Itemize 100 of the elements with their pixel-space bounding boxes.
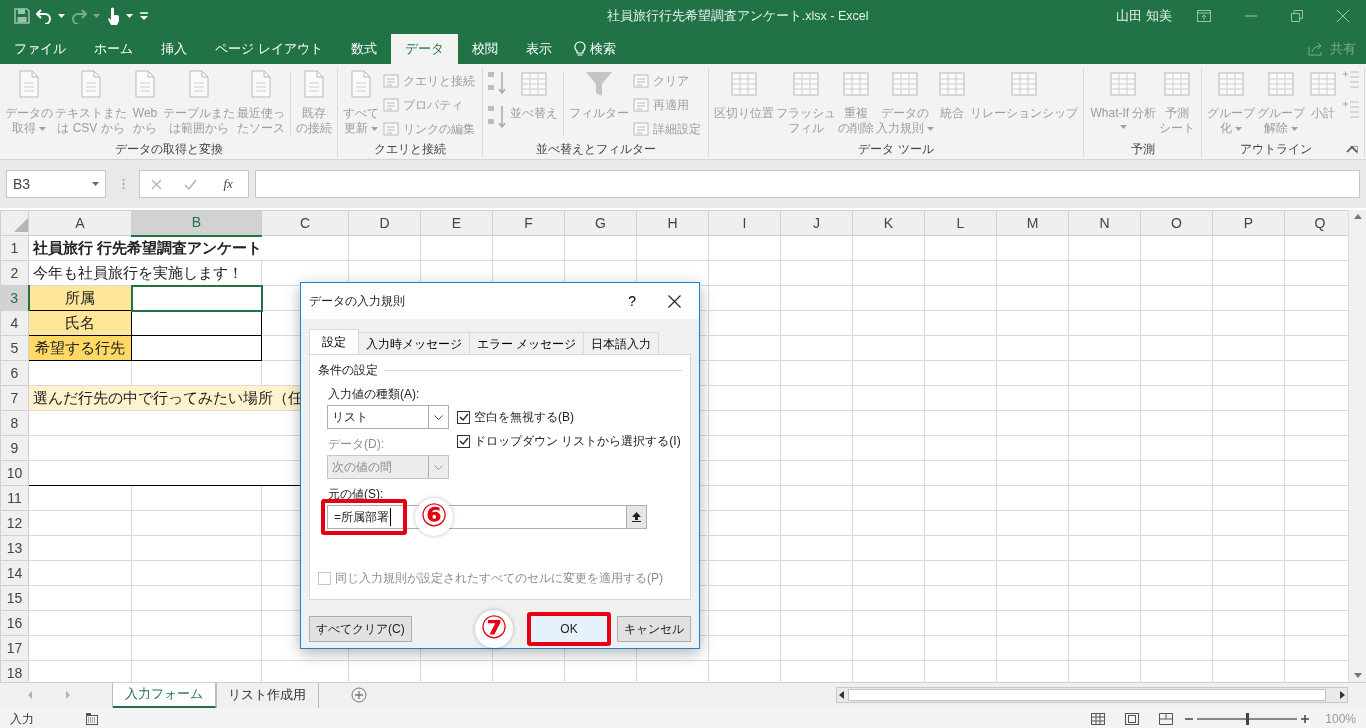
row-header[interactable]: 10 (0, 460, 29, 486)
caret-icon (39, 126, 46, 131)
column-header[interactable]: E (420, 210, 493, 236)
column-header[interactable]: A (28, 210, 132, 236)
list-icon (383, 73, 399, 89)
restore-icon[interactable] (1291, 10, 1303, 22)
caret-icon (1235, 126, 1242, 131)
checkbox[interactable] (457, 410, 470, 424)
zoom-in-icon[interactable] (1301, 714, 1310, 723)
dialog-launcher-icon[interactable] (1350, 146, 1358, 154)
save-icon[interactable] (14, 8, 30, 24)
caret-icon (371, 126, 378, 131)
collapse-ribbon-icon[interactable] (1346, 145, 1358, 153)
help-button[interactable]: ? (622, 290, 642, 312)
row-header[interactable]: 3 (0, 285, 29, 311)
column-header[interactable]: C (261, 210, 349, 236)
row-header[interactable]: 13 (0, 535, 29, 561)
dialog-tab[interactable]: 日本語入力 (583, 332, 660, 355)
dialog-button[interactable]: OK (531, 616, 607, 642)
scroll-thumb[interactable] (848, 689, 1326, 701)
ribbon-tab[interactable]: 挿入 (147, 34, 201, 64)
dialog-tab[interactable]: 設定 (309, 329, 359, 355)
table-cell: 希望する行先 (28, 335, 132, 361)
row-header[interactable]: 17 (0, 635, 29, 661)
table-cell: 氏名 (28, 310, 132, 336)
row-header[interactable]: 6 (0, 360, 29, 386)
insert-function-button[interactable]: fx (219, 174, 237, 194)
column-header[interactable]: L (924, 210, 997, 236)
column-header[interactable]: J (780, 210, 853, 236)
column-header[interactable]: D (348, 210, 421, 236)
row-header[interactable]: 8 (0, 410, 29, 436)
arrow-up-icon (632, 512, 641, 523)
group-label: 予測 (1129, 141, 1156, 157)
scroll-up-icon[interactable] (1353, 214, 1362, 219)
row-header[interactable]: 15 (0, 585, 29, 611)
scroll-down-icon[interactable] (1353, 673, 1362, 678)
ribbon-tab[interactable]: データ (390, 34, 458, 64)
row-header[interactable]: 18 (0, 660, 29, 682)
ribbon-display-icon[interactable] (1197, 10, 1211, 22)
column-header[interactable]: G (564, 210, 637, 236)
table-cell: 社員旅行 行先希望調査アンケート (28, 235, 349, 261)
zoom-level: 100% (1325, 710, 1356, 728)
formula-input[interactable] (255, 170, 1360, 198)
column-header[interactable]: K (852, 210, 925, 236)
hand-icon[interactable] (106, 7, 120, 25)
column-header[interactable]: P (1212, 210, 1285, 236)
search-button[interactable]: 検索 (565, 34, 624, 64)
row-header[interactable]: 4 (0, 310, 29, 336)
ribbon-tab[interactable]: 表示 (511, 34, 566, 64)
column-header[interactable]: H (636, 210, 709, 236)
undo-icon[interactable] (36, 8, 52, 24)
column-header[interactable]: B (131, 210, 262, 236)
caret-icon (93, 14, 100, 18)
column-header[interactable]: I (708, 210, 781, 236)
customize-icon[interactable] (139, 11, 149, 21)
normal-view-icon[interactable] (1091, 712, 1106, 725)
slider-thumb[interactable] (1246, 712, 1250, 725)
row-header[interactable]: 1 (0, 235, 29, 261)
ribbon-tab[interactable]: ファイル (0, 34, 80, 64)
dialog-button[interactable]: すべてクリア(C) (309, 616, 412, 642)
name-box[interactable]: B3 (6, 170, 106, 198)
column-header[interactable]: N (1068, 210, 1141, 236)
user-name: 山田 知美 (1116, 7, 1172, 26)
row-header[interactable]: 2 (0, 260, 29, 286)
checkbox[interactable] (457, 434, 470, 448)
row-header[interactable]: 11 (0, 485, 29, 511)
list-icon (633, 121, 649, 137)
column-header[interactable]: M (996, 210, 1069, 236)
ribbon-tab[interactable]: ホーム (80, 34, 147, 64)
table-cell[interactable] (131, 310, 262, 336)
ribbon-tab[interactable]: 数式 (336, 34, 391, 64)
table-cell: 所属 (28, 285, 132, 311)
page-layout-icon[interactable] (1125, 712, 1140, 725)
add-sheet-icon[interactable] (351, 687, 367, 703)
row-header[interactable]: 12 (0, 510, 29, 536)
page-break-icon[interactable] (1159, 712, 1174, 725)
check-icon[interactable] (184, 178, 198, 190)
row-header[interactable]: 16 (0, 610, 29, 636)
row-header[interactable]: 14 (0, 560, 29, 586)
row-header[interactable]: 9 (0, 435, 29, 461)
dialog-button[interactable]: キャンセル (617, 616, 691, 642)
scroll-left-icon[interactable] (839, 691, 844, 699)
option-label: 同じ入力規則が設定されたすべてのセルに変更を適用する(P) (335, 570, 663, 587)
dropdown[interactable]: リスト (327, 405, 449, 430)
ribbon-tab[interactable]: ページ レイアウト (201, 34, 337, 64)
close-icon[interactable] (668, 294, 681, 308)
sheet-tab[interactable]: 入力フォーム (113, 682, 216, 708)
macro-record-icon[interactable] (86, 712, 98, 725)
scroll-right-icon[interactable] (1340, 691, 1345, 699)
column-header[interactable]: F (492, 210, 565, 236)
ribbon-tab[interactable]: 校閲 (457, 34, 512, 64)
row-header[interactable]: 7 (0, 385, 29, 411)
check-icon (458, 413, 469, 422)
caret-icon (126, 14, 133, 18)
table-cell[interactable] (131, 335, 262, 361)
table-cell[interactable] (131, 285, 262, 311)
collapse-button[interactable] (626, 506, 646, 529)
column-header[interactable]: Q (1284, 210, 1348, 236)
column-header[interactable]: O (1140, 210, 1213, 236)
row-header[interactable]: 5 (0, 335, 29, 361)
